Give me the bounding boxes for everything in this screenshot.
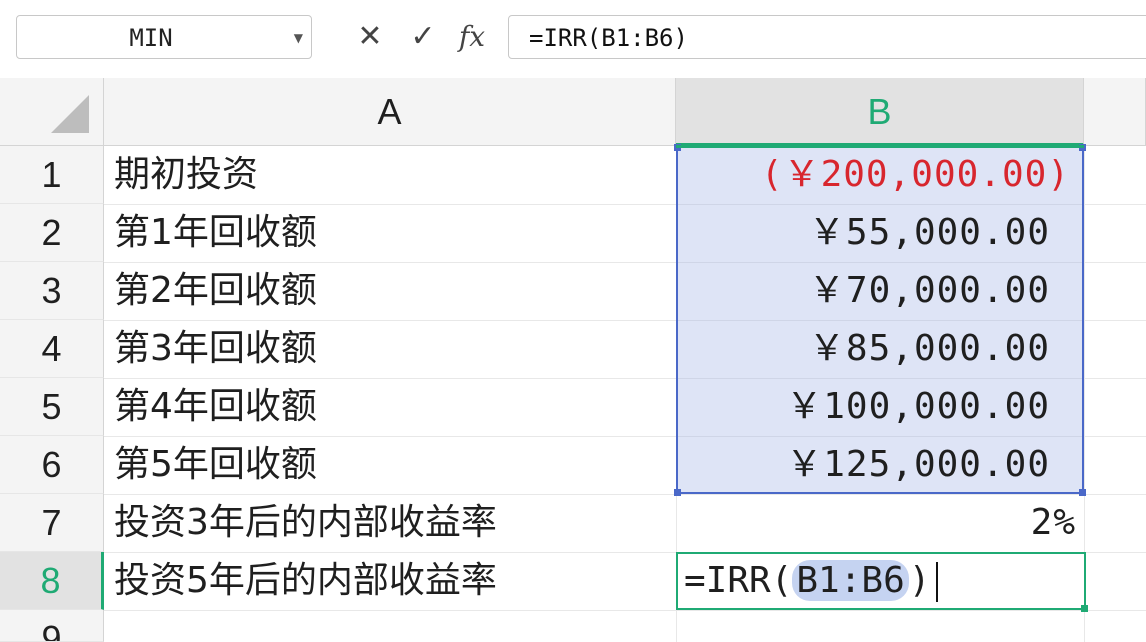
column-header-a[interactable]: A	[104, 78, 676, 146]
cell-b2[interactable]: ￥55,000.00	[676, 204, 1050, 262]
formula-range-reference: B1:B6	[792, 560, 909, 601]
column-header-b[interactable]: B	[676, 78, 1084, 146]
cell-b7[interactable]: 2%	[676, 494, 1076, 552]
cell-b6[interactable]: ￥125,000.00	[676, 436, 1050, 494]
row-header-4[interactable]: 4	[0, 320, 104, 378]
cell-b3[interactable]: ￥70,000.00	[676, 262, 1050, 320]
insert-function-icon[interactable]: fx	[452, 15, 492, 59]
formula-bar: MIN ▼ ✕ ✓ fx =IRR(B1:B6)	[0, 0, 1146, 79]
fill-handle[interactable]	[1081, 605, 1088, 612]
cell-a8[interactable]: 投资5年后的内部收益率	[114, 552, 674, 610]
confirm-icon[interactable]: ✓	[403, 15, 443, 59]
row-header-6[interactable]: 6	[0, 436, 104, 494]
cell-a1[interactable]: 期初投资	[114, 146, 674, 204]
row-header-5[interactable]: 5	[0, 378, 104, 436]
select-all-triangle-icon	[51, 95, 89, 133]
cell-a2[interactable]: 第1年回收额	[114, 204, 674, 262]
name-box[interactable]: MIN ▼	[16, 15, 312, 59]
cell-b5[interactable]: ￥100,000.00	[676, 378, 1050, 436]
text-caret	[936, 562, 939, 602]
row-header-8[interactable]: 8	[0, 552, 104, 610]
cell-b1[interactable]: (￥200,000.00)	[676, 146, 1070, 204]
cell-a4[interactable]: 第3年回收额	[114, 320, 674, 378]
row-header-7[interactable]: 7	[0, 494, 104, 552]
name-box-value: MIN	[129, 24, 173, 52]
spreadsheet-grid: A B 1 2 3 4 5 6 7 8 9 期初投资 第1年回收额 第2年回收额…	[0, 78, 1146, 642]
column-header-c[interactable]	[1084, 78, 1146, 146]
cell-b4[interactable]: ￥85,000.00	[676, 320, 1050, 378]
formula-text: =IRR(B1:B6)	[529, 24, 688, 52]
cell-edit-formula: =IRR(B1:B6)	[684, 554, 939, 608]
cell-a3[interactable]: 第2年回收额	[114, 262, 674, 320]
cell-a6[interactable]: 第5年回收额	[114, 436, 674, 494]
cell-a7[interactable]: 投资3年后的内部收益率	[114, 494, 674, 552]
row-header-2[interactable]: 2	[0, 204, 104, 262]
chevron-down-icon[interactable]: ▼	[294, 16, 303, 60]
range-handle-bottom-right[interactable]	[1079, 489, 1086, 496]
formula-input[interactable]: =IRR(B1:B6)	[508, 15, 1146, 59]
row-header-9[interactable]: 9	[0, 610, 104, 642]
cell-a5[interactable]: 第4年回收额	[114, 378, 674, 436]
formula-suffix: )	[908, 560, 931, 601]
row-header-1[interactable]: 1	[0, 146, 104, 204]
cancel-icon[interactable]: ✕	[350, 15, 390, 59]
select-all-corner[interactable]	[0, 78, 104, 146]
gridline	[104, 610, 1146, 611]
formula-prefix: =IRR(	[684, 560, 793, 601]
cell-b8-editing[interactable]: =IRR(B1:B6)	[676, 552, 1088, 612]
row-header-3[interactable]: 3	[0, 262, 104, 320]
